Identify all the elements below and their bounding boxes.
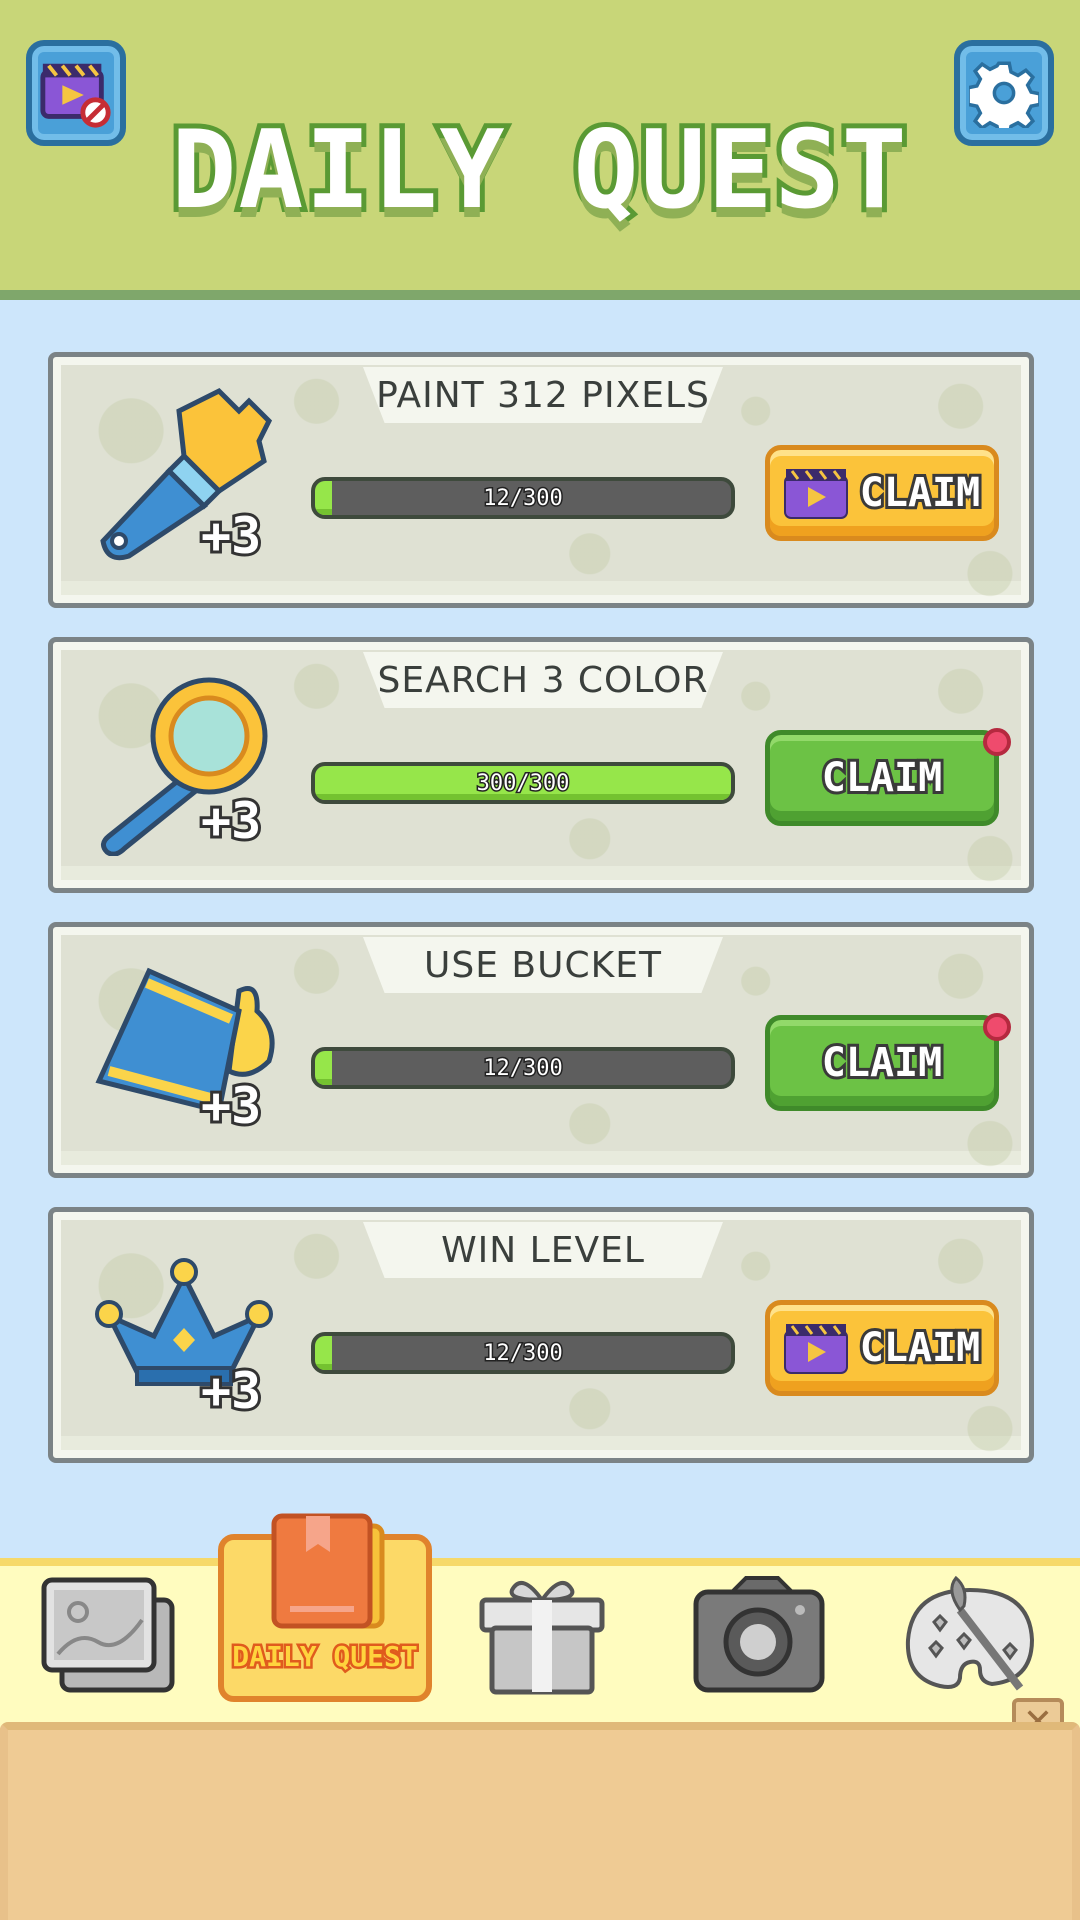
claim-label: CLAIM xyxy=(857,1322,983,1374)
claim-button[interactable]: CLAIM xyxy=(765,1015,999,1111)
notification-dot xyxy=(983,728,1011,756)
quest-card: USE BUCKET +3 12/300 CLAIM xyxy=(48,922,1034,1178)
quest-card: PAINT 312 PIXELS +3 12/300 CLAIM xyxy=(48,352,1034,608)
nav-camera[interactable] xyxy=(688,1570,828,1700)
nav-gallery[interactable] xyxy=(38,1570,178,1700)
header: DAILY QUEST xyxy=(0,0,1080,300)
progress-bar: 12/300 xyxy=(311,477,735,519)
gallery-icon xyxy=(41,1577,175,1693)
progress-text: 12/300 xyxy=(482,484,564,512)
notification-dot xyxy=(983,1013,1011,1041)
quest-title: PAINT 312 PIXELS xyxy=(363,367,723,423)
video-ad-icon xyxy=(783,1324,848,1374)
nav-daily-quest-label: DAILY QUEST xyxy=(230,1638,420,1676)
progress-bar: 12/300 xyxy=(311,1047,735,1089)
progress-bar: 300/300 xyxy=(311,762,735,804)
camera-icon xyxy=(693,1576,825,1693)
progress-text: 300/300 xyxy=(475,769,571,797)
ad-banner-area xyxy=(0,1722,1080,1920)
progress-text: 12/300 xyxy=(482,1339,564,1367)
settings-button[interactable] xyxy=(954,40,1054,146)
claim-label: CLAIM xyxy=(819,752,945,804)
reward-label: +3 xyxy=(198,504,264,568)
claim-ad-button[interactable]: CLAIM xyxy=(765,1300,999,1396)
reward-label: +3 xyxy=(198,1074,264,1138)
nav-daily-quest-icon-wrap[interactable] xyxy=(252,1506,392,1636)
quest-card: WIN LEVEL +3 12/300 CLAIM xyxy=(48,1207,1034,1463)
claim-ad-button[interactable]: CLAIM xyxy=(765,445,999,541)
gift-icon xyxy=(479,1580,605,1695)
progress-bar: 12/300 xyxy=(311,1332,735,1374)
quest-title: SEARCH 3 COLOR xyxy=(363,652,723,708)
claim-label: CLAIM xyxy=(819,1037,945,1089)
progress-text: 12/300 xyxy=(482,1054,564,1082)
claim-label: CLAIM xyxy=(857,467,983,519)
gear-icon xyxy=(969,61,1039,128)
page-title: DAILY QUEST xyxy=(166,103,911,238)
quest-card: SEARCH 3 COLOR +3 300/300 CLAIM xyxy=(48,637,1034,893)
video-ad-icon xyxy=(783,469,848,519)
quest-title: WIN LEVEL xyxy=(363,1222,723,1278)
book-icon xyxy=(271,1513,385,1629)
nav-palette[interactable] xyxy=(900,1570,1040,1700)
claim-button[interactable]: CLAIM xyxy=(765,730,999,826)
reward-label: +3 xyxy=(198,1359,264,1423)
palette-icon xyxy=(905,1575,1035,1691)
nav-gift[interactable] xyxy=(472,1570,612,1700)
reward-label: +3 xyxy=(198,789,264,853)
quest-title: USE BUCKET xyxy=(363,937,723,993)
